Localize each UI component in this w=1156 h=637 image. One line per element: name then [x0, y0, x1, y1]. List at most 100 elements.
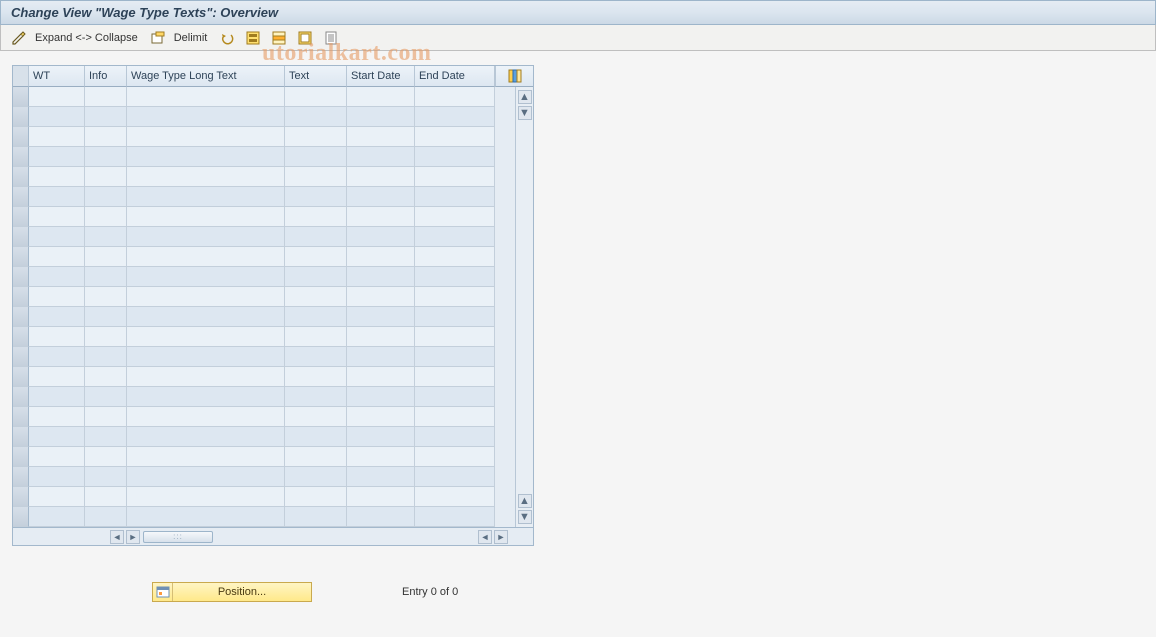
undo-icon[interactable]	[217, 29, 237, 47]
position-button[interactable]: Position...	[152, 582, 312, 602]
row-selector[interactable]	[13, 467, 29, 487]
cell[interactable]	[347, 167, 415, 187]
scroll-up2-icon[interactable]: ▲	[518, 494, 532, 508]
cell[interactable]	[85, 487, 127, 507]
cell[interactable]	[127, 307, 285, 327]
cell[interactable]	[29, 147, 85, 167]
cell[interactable]	[347, 87, 415, 107]
cell[interactable]	[415, 467, 495, 487]
cell[interactable]	[415, 347, 495, 367]
cell[interactable]	[127, 127, 285, 147]
cell[interactable]	[127, 267, 285, 287]
table-row[interactable]	[13, 247, 495, 267]
cell[interactable]	[127, 367, 285, 387]
cell[interactable]	[285, 267, 347, 287]
cell[interactable]	[85, 407, 127, 427]
table-row[interactable]	[13, 407, 495, 427]
cell[interactable]	[347, 427, 415, 447]
scroll-left2-icon[interactable]: ◄	[478, 530, 492, 544]
table-row[interactable]	[13, 207, 495, 227]
table-row[interactable]	[13, 87, 495, 107]
cell[interactable]	[415, 427, 495, 447]
cell[interactable]	[347, 387, 415, 407]
cell[interactable]	[85, 327, 127, 347]
row-selector[interactable]	[13, 107, 29, 127]
cell[interactable]	[415, 107, 495, 127]
cell[interactable]	[85, 227, 127, 247]
cell[interactable]	[347, 147, 415, 167]
row-selector[interactable]	[13, 307, 29, 327]
cell[interactable]	[29, 307, 85, 327]
cell[interactable]	[415, 327, 495, 347]
cell[interactable]	[415, 267, 495, 287]
cell[interactable]	[347, 327, 415, 347]
cell[interactable]	[347, 127, 415, 147]
cell[interactable]	[85, 427, 127, 447]
cell[interactable]	[347, 347, 415, 367]
scroll-left-icon[interactable]: ◄	[110, 530, 124, 544]
scroll-down-icon[interactable]: ▼	[518, 106, 532, 120]
cell[interactable]	[29, 207, 85, 227]
cell[interactable]	[285, 467, 347, 487]
cell[interactable]	[85, 367, 127, 387]
cell[interactable]	[29, 487, 85, 507]
cell[interactable]	[127, 167, 285, 187]
cell[interactable]	[127, 427, 285, 447]
cell[interactable]	[127, 407, 285, 427]
cell[interactable]	[285, 127, 347, 147]
scroll-up-icon[interactable]: ▲	[518, 90, 532, 104]
table-row[interactable]	[13, 187, 495, 207]
cell[interactable]	[347, 107, 415, 127]
cell[interactable]	[285, 447, 347, 467]
table-row[interactable]	[13, 487, 495, 507]
cell[interactable]	[85, 387, 127, 407]
cell[interactable]	[29, 247, 85, 267]
cell[interactable]	[127, 487, 285, 507]
cell[interactable]	[285, 287, 347, 307]
cell[interactable]	[127, 227, 285, 247]
cell[interactable]	[415, 167, 495, 187]
table-row[interactable]	[13, 327, 495, 347]
cell[interactable]	[347, 447, 415, 467]
cell[interactable]	[29, 107, 85, 127]
cell[interactable]	[85, 127, 127, 147]
cell[interactable]	[347, 407, 415, 427]
cell[interactable]	[29, 187, 85, 207]
cell[interactable]	[285, 487, 347, 507]
cell[interactable]	[127, 327, 285, 347]
cell[interactable]	[285, 427, 347, 447]
row-selector[interactable]	[13, 387, 29, 407]
cell[interactable]	[415, 127, 495, 147]
cell[interactable]	[29, 447, 85, 467]
row-selector[interactable]	[13, 247, 29, 267]
row-selector[interactable]	[13, 327, 29, 347]
cell[interactable]	[285, 407, 347, 427]
expand-collapse-label[interactable]: Expand <-> Collapse	[35, 32, 138, 44]
row-selector[interactable]	[13, 227, 29, 247]
row-selector-header[interactable]	[13, 66, 29, 87]
cell[interactable]	[29, 287, 85, 307]
col-header-start[interactable]: Start Date	[347, 66, 415, 87]
cell[interactable]	[127, 287, 285, 307]
row-selector[interactable]	[13, 167, 29, 187]
cell[interactable]	[347, 187, 415, 207]
row-selector[interactable]	[13, 407, 29, 427]
row-selector[interactable]	[13, 367, 29, 387]
row-selector[interactable]	[13, 267, 29, 287]
select-block-icon[interactable]	[269, 29, 289, 47]
table-row[interactable]	[13, 127, 495, 147]
cell[interactable]	[347, 467, 415, 487]
cell[interactable]	[285, 347, 347, 367]
cell[interactable]	[85, 307, 127, 327]
scroll-right-icon[interactable]: ►	[126, 530, 140, 544]
cell[interactable]	[29, 167, 85, 187]
cell[interactable]	[85, 247, 127, 267]
cell[interactable]	[415, 147, 495, 167]
cell[interactable]	[415, 227, 495, 247]
toggle-display-change-icon[interactable]	[9, 29, 29, 47]
cell[interactable]	[85, 167, 127, 187]
row-selector[interactable]	[13, 207, 29, 227]
col-header-end[interactable]: End Date	[415, 66, 495, 87]
table-row[interactable]	[13, 387, 495, 407]
select-all-icon[interactable]	[243, 29, 263, 47]
